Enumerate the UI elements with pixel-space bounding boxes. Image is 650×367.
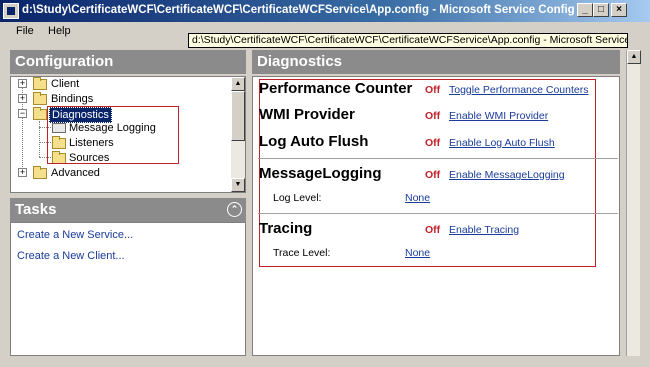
expand-icon[interactable]: + (18, 168, 27, 177)
message-logging-title: MessageLogging (259, 165, 382, 182)
collapse-icon[interactable]: ⌃ (227, 202, 242, 217)
enable-wmi-provider-link[interactable]: Enable WMI Provider (449, 110, 548, 122)
tree-scrollbar[interactable]: ▲ ▼ (231, 77, 245, 192)
open-folder-icon (33, 107, 47, 120)
diagnostics-header: Diagnostics (252, 50, 620, 74)
performance-counter-title: Performance Counter (259, 80, 413, 97)
enable-message-logging-link[interactable]: Enable MessageLogging (449, 169, 565, 181)
minimize-button[interactable]: _ (577, 3, 593, 17)
status-badge: Off (425, 137, 441, 149)
status-badge: Off (425, 224, 441, 236)
status-badge: Off (425, 169, 441, 181)
window-title: d:\Study\CertificateWCF\CertificateWCF\C… (22, 4, 574, 16)
create-client-link[interactable]: Create a New Client... (17, 250, 125, 262)
tasks-title: Tasks (15, 201, 57, 218)
window-scrollbar[interactable]: ▲ (626, 50, 641, 356)
configuration-tree[interactable]: + Client + Bindings − Diagnostics Messag… (10, 76, 246, 193)
scroll-down-button[interactable]: ▼ (231, 178, 245, 192)
tree-item-client[interactable]: + Client (11, 77, 231, 91)
folder-icon (33, 166, 47, 179)
expand-icon[interactable]: + (18, 79, 27, 88)
status-badge: Off (425, 84, 441, 96)
configuration-header: Configuration (10, 50, 246, 74)
tree-label: Advanced (51, 167, 100, 179)
trace-level-label: Trace Level: (273, 247, 331, 259)
enable-tracing-link[interactable]: Enable Tracing (449, 224, 519, 236)
tree-label: Bindings (51, 93, 94, 105)
expand-icon[interactable]: + (18, 94, 27, 103)
close-button[interactable]: × (611, 3, 627, 17)
folder-icon (33, 92, 47, 105)
tree-label: Client (51, 78, 80, 90)
scroll-thumb[interactable] (231, 91, 245, 141)
maximize-button[interactable]: □ (593, 3, 609, 17)
log-auto-flush-title: Log Auto Flush (259, 133, 369, 150)
toggle-performance-counters-link[interactable]: Toggle Performance Counters (449, 84, 589, 96)
menu-file[interactable]: File (16, 25, 34, 37)
status-badge: Off (425, 110, 441, 122)
enable-log-auto-flush-link[interactable]: Enable Log Auto Flush (449, 137, 555, 149)
trace-level-link[interactable]: None (405, 247, 430, 259)
log-level-link[interactable]: None (405, 192, 430, 204)
highlight-frame (47, 106, 179, 164)
title-bar[interactable]: d:\Study\CertificateWCF\CertificateWCF\C… (0, 0, 650, 22)
section-divider (258, 213, 618, 214)
tracing-title: Tracing (259, 220, 313, 237)
scroll-up-button[interactable]: ▲ (627, 50, 641, 64)
path-tooltip: d:\Study\CertificateWCF\CertificateWCF\C… (188, 33, 628, 48)
wmi-provider-title: WMI Provider (259, 106, 355, 123)
tasks-panel: Create a New Service... Create a New Cli… (10, 222, 246, 356)
section-divider (258, 158, 618, 159)
menu-help[interactable]: Help (48, 25, 71, 37)
tasks-header: Tasks ⌃ (10, 198, 246, 222)
app-icon[interactable] (3, 3, 19, 19)
tree-item-bindings[interactable]: + Bindings (11, 92, 231, 106)
folder-icon (33, 77, 47, 90)
diagnostics-panel: Performance Counter Off Toggle Performan… (252, 76, 620, 356)
log-level-label: Log Level: (273, 192, 322, 204)
collapse-icon[interactable]: − (18, 109, 27, 118)
create-service-link[interactable]: Create a New Service... (17, 229, 133, 241)
tree-item-advanced[interactable]: + Advanced (11, 166, 231, 180)
scroll-up-button[interactable]: ▲ (231, 77, 245, 91)
